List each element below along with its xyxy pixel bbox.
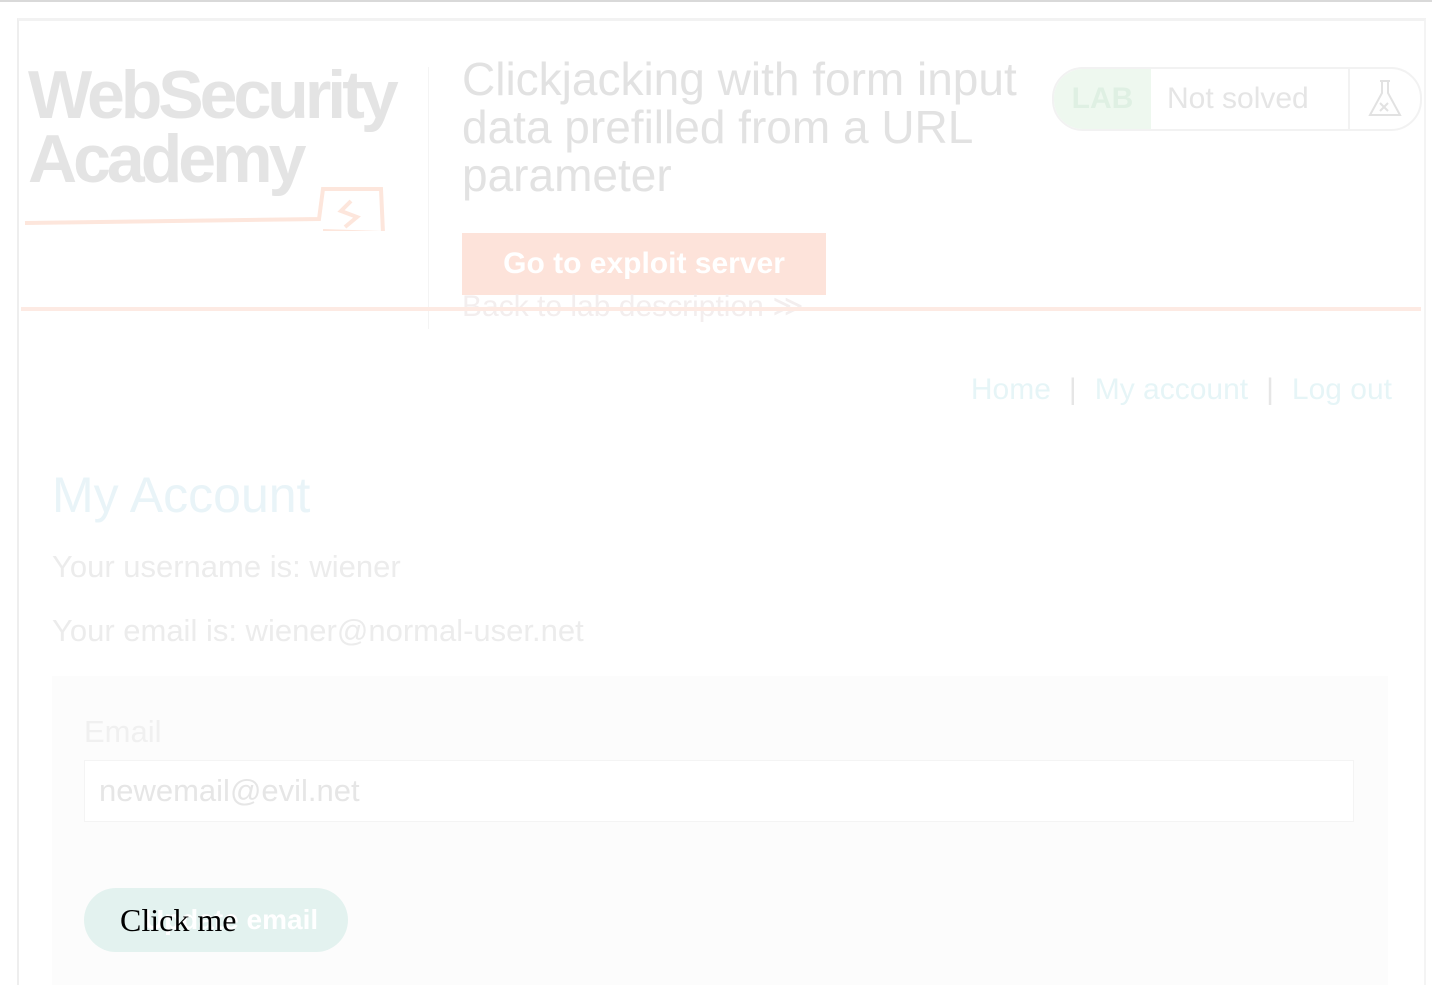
web-security-academy-logo[interactable]: WebSecurity Academy [23, 57, 423, 231]
page-title: My Account [52, 467, 311, 523]
header-divider [428, 67, 429, 329]
lab-status-widget: LAB Not solved [1052, 67, 1422, 131]
top-nav: Home | My account | Log out [971, 373, 1392, 407]
change-email-form: Email Update email [52, 676, 1388, 985]
logo-line-1: WebSecurity [28, 57, 399, 133]
flask-icon [1348, 69, 1420, 129]
username-info: Your username is: wiener [52, 549, 401, 584]
header-rule [21, 307, 1421, 311]
lab-status-text: Not solved [1167, 82, 1309, 115]
nav-separator: | [1068, 373, 1077, 406]
nav-log-out-link[interactable]: Log out [1292, 373, 1392, 406]
lab-title: Clickjacking with form input data prefil… [462, 53, 1017, 201]
target-site-iframe[interactable]: WebSecurity Academy Clickjacking with fo… [17, 18, 1426, 985]
nav-my-account-link[interactable]: My account [1095, 373, 1248, 406]
email-field[interactable] [84, 760, 1354, 822]
go-to-exploit-server-button[interactable]: Go to exploit server [462, 233, 826, 295]
lab-badge: LAB [1054, 69, 1151, 129]
logo-underline-icon [24, 187, 385, 231]
window-top-border [0, 0, 1432, 2]
email-info: Your email is: wiener@normal-user.net [52, 613, 584, 648]
click-me-decoy[interactable]: Click me [120, 902, 236, 939]
nav-separator: | [1266, 373, 1274, 406]
nav-home-link[interactable]: Home [971, 373, 1051, 406]
email-label: Email [84, 714, 162, 749]
